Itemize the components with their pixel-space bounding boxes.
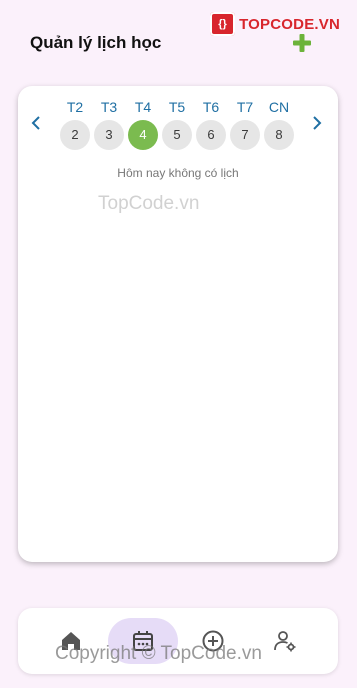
day-number: 3 — [94, 120, 124, 150]
user-settings-icon — [274, 631, 296, 652]
day-sat[interactable]: T7 7 — [229, 97, 261, 150]
calendar-icon — [133, 631, 153, 651]
week-strip: T2 2 T3 3 T4 4 T5 5 T6 6 T7 7 CN 8 — [18, 86, 338, 156]
chevron-right-icon — [313, 116, 322, 130]
add-circle-icon — [202, 630, 224, 652]
day-number: 5 — [162, 120, 192, 150]
day-number-selected: 4 — [128, 120, 158, 150]
day-thu[interactable]: T5 5 — [161, 97, 193, 150]
day-label: T7 — [236, 99, 254, 115]
brand-text: TOPCODE.VN — [239, 15, 340, 33]
day-label: T4 — [134, 99, 152, 115]
schedule-card: T2 2 T3 3 T4 4 T5 5 T6 6 T7 7 CN 8 Hôm n… — [18, 86, 338, 562]
brand-logo: {} TOPCODE.VN — [210, 10, 340, 38]
add-schedule-button[interactable] — [291, 32, 313, 54]
page-title: Quản lý lịch học — [30, 33, 162, 52]
day-label: T5 — [168, 99, 186, 115]
day-label: CN — [268, 99, 290, 115]
empty-schedule-message: Hôm nay không có lịch — [117, 166, 239, 180]
day-number: 6 — [196, 120, 226, 150]
day-sun[interactable]: CN 8 — [263, 97, 295, 150]
nav-home[interactable] — [36, 618, 106, 664]
day-number: 2 — [60, 120, 90, 150]
nav-schedule[interactable] — [108, 618, 178, 664]
home-icon — [62, 632, 80, 650]
day-number: 7 — [230, 120, 260, 150]
nav-add[interactable] — [178, 618, 248, 664]
brand-mark: {} — [210, 12, 236, 36]
day-tue[interactable]: T3 3 — [93, 97, 125, 150]
day-mon[interactable]: T2 2 — [59, 97, 91, 150]
plus-icon — [293, 34, 311, 52]
day-wed[interactable]: T4 4 — [127, 97, 159, 150]
bottom-navigation — [18, 608, 338, 674]
day-fri[interactable]: T6 6 — [195, 97, 227, 150]
day-label: T6 — [202, 99, 220, 115]
day-label: T3 — [100, 99, 118, 115]
day-label: T2 — [66, 99, 84, 115]
day-number: 8 — [264, 120, 294, 150]
next-week-button[interactable] — [307, 114, 325, 132]
nav-profile-settings[interactable] — [250, 618, 320, 664]
